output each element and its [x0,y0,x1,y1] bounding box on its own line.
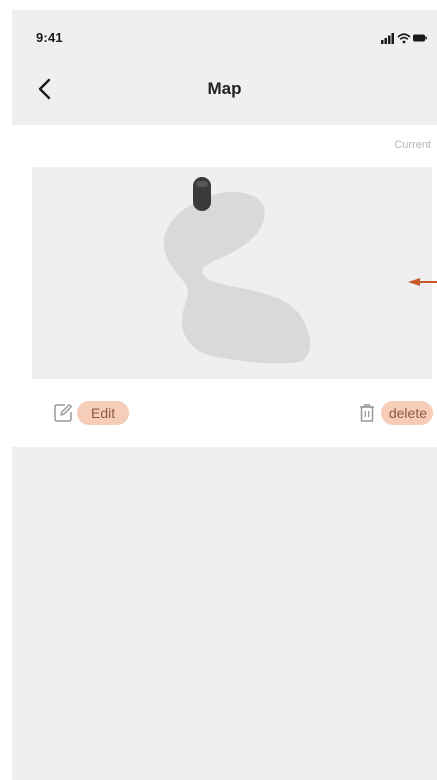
robot-icon [193,177,211,211]
edit-action: Edit [52,399,130,427]
map-drawing [163,177,311,364]
battery-icon [413,34,427,42]
edit-button[interactable]: Edit [77,401,130,425]
page-title: Map [207,79,242,98]
delete-button[interactable]: delete [380,401,433,425]
current-map-label: Current [394,139,431,151]
status-bar: 9:41 [12,10,437,60]
nav-bar: Map [12,65,437,115]
pointer-arrow-icon [408,278,437,286]
edit-icon[interactable] [52,402,74,424]
trash-icon[interactable] [356,402,378,424]
delete-action: delete [356,399,433,427]
status-time: 9:41 [36,30,63,45]
status-icons [381,33,427,44]
app-screen: 9:41 Map Current Edit delete [12,10,437,780]
wifi-icon [397,33,411,44]
signal-icon [381,33,394,44]
map-preview[interactable] [32,167,432,379]
map-card: Current Edit delete [12,125,437,447]
map-floor-area [163,191,311,364]
